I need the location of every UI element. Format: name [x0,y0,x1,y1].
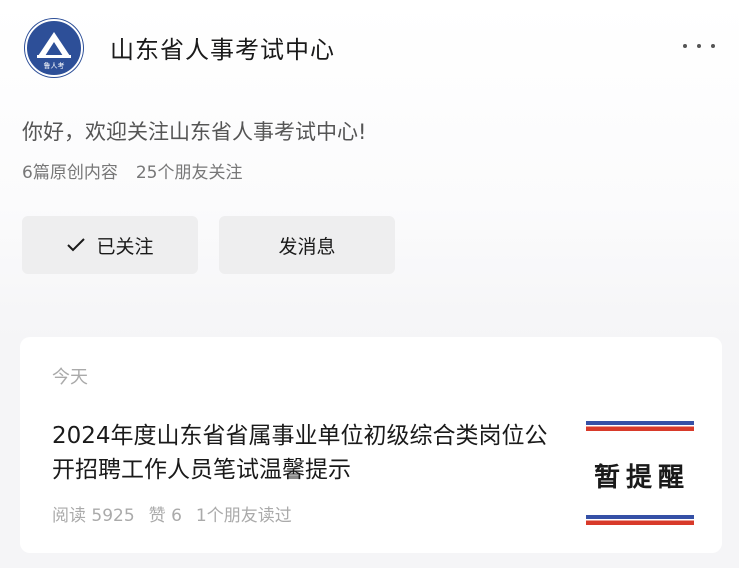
more-dots-icon [683,44,687,48]
account-name[interactable]: 山东省人事考试中心 [110,30,335,65]
account-logo-icon: 鲁人考 [25,19,83,77]
article-likes: 赞 6 [148,506,182,526]
thumbnail-text: 暂提醒 [594,463,691,493]
article-friends-read: 1个朋友读过 [195,506,292,526]
follow-label: 已关注 [96,235,154,258]
feed-day-label: 今天 [52,367,88,388]
account-stats: 6篇原创内容 25个朋友关注 [22,158,242,183]
friends-following[interactable]: 25个朋友关注 [136,158,243,183]
account-greeting: 你好，欢迎关注山东省人事考试中心! [22,120,367,144]
article-title[interactable]: 2024年度山东省省属事业单位初级综合类岗位公开招聘工作人员笔试温馨提示 [52,419,562,487]
article-thumbnail[interactable]: 暂提醒 [586,419,694,525]
article-feed-card: 今天 2024年度山东省省属事业单位初级综合类岗位公开招聘工作人员笔试温馨提示 … [20,337,722,553]
checkmark-icon [67,238,86,252]
more-options-button[interactable] [683,34,715,58]
article-meta: 阅读 5925 赞 6 1个朋友读过 [52,501,292,526]
more-dot [697,44,701,48]
account-profile: 鲁人考 山东省人事考试中心 你好，欢迎关注山东省人事考试中心! 6篇原创内容 2… [0,0,739,340]
message-label: 发消息 [278,235,336,258]
send-message-button[interactable]: 发消息 [219,216,395,274]
thumbnail-stripe-top [586,421,694,431]
account-avatar[interactable]: 鲁人考 [24,18,84,78]
thumbnail-stripe-bottom [586,515,694,525]
follow-button[interactable]: 已关注 [22,216,198,274]
logo-text: 鲁人考 [44,61,65,70]
more-dot [711,44,715,48]
original-count[interactable]: 6篇原创内容 [22,158,118,183]
article-reads: 阅读 5925 [52,506,135,526]
